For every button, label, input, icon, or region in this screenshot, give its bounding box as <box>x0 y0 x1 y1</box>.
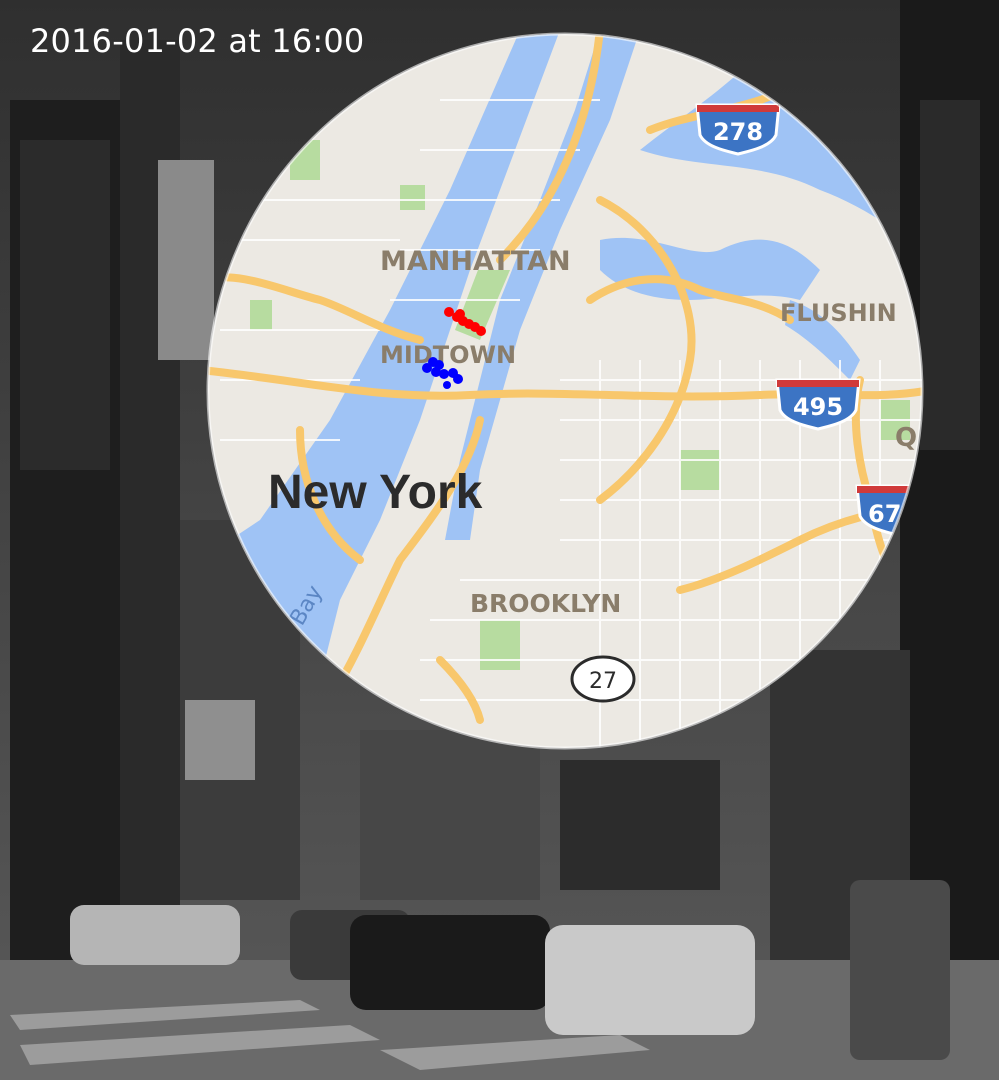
blue-point <box>443 381 451 389</box>
red-point <box>476 326 486 336</box>
shield-495-number: 495 <box>793 393 843 421</box>
label-brooklyn: BROOKLYN <box>470 589 621 618</box>
blue-point <box>439 369 449 379</box>
label-flushing: FLUSHIN <box>780 299 897 327</box>
label-city: New York <box>268 466 483 519</box>
shield-27-number: 27 <box>589 669 617 694</box>
timestamp-label: 2016-01-02 at 16:00 <box>30 22 365 60</box>
red-point <box>455 309 465 319</box>
map-view[interactable]: MANHATTAN MIDTOWN New York BROOKLYN FLUS… <box>0 0 999 1080</box>
label-manhattan: MANHATTAN <box>380 246 571 277</box>
shield-678-icon: 67 <box>855 484 922 537</box>
shield-route-27-icon: 27 <box>570 655 636 703</box>
blue-point <box>453 374 463 384</box>
shield-278-number: 278 <box>713 118 763 146</box>
label-midtown: MIDTOWN <box>380 341 516 369</box>
label-queens: Q <box>895 423 917 453</box>
